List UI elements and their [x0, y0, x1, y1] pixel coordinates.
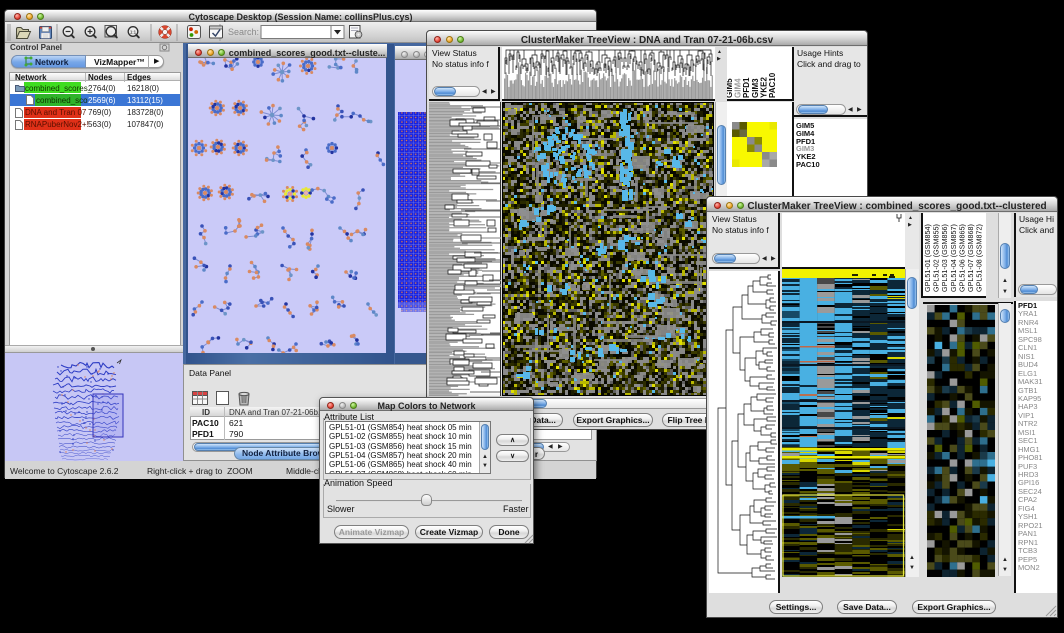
svg-text:PAC10: PAC10 — [768, 72, 777, 98]
svg-text:1:1: 1:1 — [130, 30, 137, 35]
svg-text:Search:: Search: — [228, 27, 259, 37]
